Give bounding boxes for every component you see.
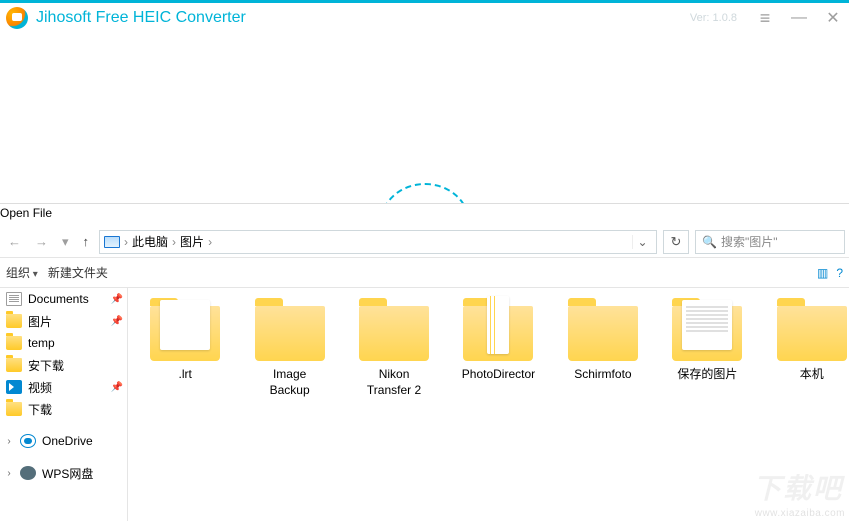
folder-label: Nikon Transfer 2 bbox=[357, 367, 431, 398]
folder-label: 本机 bbox=[775, 367, 849, 383]
app-title: Jihosoft Free HEIC Converter bbox=[36, 9, 246, 27]
sidebar-item-temp[interactable]: temp bbox=[0, 332, 127, 354]
view-mode-icon[interactable]: ▥ bbox=[817, 266, 828, 280]
pin-icon: 📌 bbox=[111, 382, 123, 393]
address-bar[interactable]: › 此电脑 › 图片 › ⌄ bbox=[99, 230, 657, 254]
app-drop-area[interactable] bbox=[0, 33, 849, 203]
sidebar-item-label: 视频 bbox=[28, 379, 52, 396]
folder-label: 保存的图片 bbox=[670, 367, 744, 383]
document-icon bbox=[6, 292, 22, 306]
address-dropdown-icon[interactable]: ⌄ bbox=[632, 235, 652, 249]
dialog-nav-bar: ← → ▾ ↑ › 此电脑 › 图片 › ⌄ ↻ 🔍 搜索"图片" bbox=[0, 226, 849, 258]
folder-icon bbox=[672, 306, 742, 361]
folder-icon bbox=[6, 358, 22, 372]
sidebar-group-label: WPS网盘 bbox=[42, 465, 93, 482]
folder-item[interactable]: PhotoDirector bbox=[461, 298, 535, 398]
sidebar-item-downloads[interactable]: 下载 bbox=[0, 398, 127, 420]
app-titlebar: Jihosoft Free HEIC Converter Ver: 1.0.8 … bbox=[0, 3, 849, 33]
folder-icon bbox=[6, 314, 22, 328]
sidebar-group-onedrive[interactable]: › OneDrive bbox=[0, 430, 127, 452]
dialog-toolbar: 组织 新建文件夹 ▥ ? bbox=[0, 258, 849, 288]
nav-recent-icon[interactable]: ▾ bbox=[58, 234, 73, 250]
folder-label: .lrt bbox=[148, 367, 222, 383]
pin-icon: 📌 bbox=[111, 294, 123, 305]
help-icon[interactable]: ? bbox=[836, 266, 843, 280]
expand-icon[interactable]: › bbox=[4, 468, 14, 479]
nav-forward-icon[interactable]: → bbox=[31, 234, 52, 249]
folder-icon bbox=[255, 306, 325, 361]
breadcrumb-root[interactable]: 此电脑 bbox=[132, 233, 168, 250]
folder-item[interactable]: 本机 bbox=[775, 298, 849, 398]
app-version: Ver: 1.0.8 bbox=[690, 12, 737, 24]
folder-label: Schirmfoto bbox=[566, 367, 640, 383]
sidebar-group-wps[interactable]: › WPS网盘 bbox=[0, 462, 127, 484]
video-icon bbox=[6, 380, 22, 394]
crumb-sep-icon: › bbox=[172, 235, 176, 249]
folder-icon bbox=[359, 306, 429, 361]
refresh-button[interactable]: ↻ bbox=[663, 230, 689, 254]
refresh-icon: ↻ bbox=[671, 234, 682, 250]
pin-icon: 📌 bbox=[111, 316, 123, 327]
new-folder-button[interactable]: 新建文件夹 bbox=[48, 264, 108, 281]
organize-button[interactable]: 组织 bbox=[6, 264, 38, 281]
sidebar-item-label: Documents bbox=[28, 292, 89, 306]
sidebar-item-videos[interactable]: 视频 📌 bbox=[0, 376, 127, 398]
cloud-icon bbox=[20, 434, 36, 448]
folder-icon bbox=[568, 306, 638, 361]
expand-icon[interactable]: › bbox=[4, 436, 14, 447]
sidebar: Documents 📌 图片 📌 temp 安下载 视频 📌 bbox=[0, 288, 128, 521]
folder-item[interactable]: .lrt bbox=[148, 298, 222, 398]
hamburger-menu-icon[interactable]: ≡ bbox=[755, 8, 775, 29]
breadcrumb-sub[interactable]: 图片 bbox=[180, 233, 204, 250]
search-placeholder: 搜索"图片" bbox=[721, 233, 778, 250]
folder-icon bbox=[6, 336, 22, 350]
sidebar-item-label: 下载 bbox=[28, 401, 52, 418]
sidebar-item-label: 安下载 bbox=[28, 357, 64, 374]
folder-item[interactable]: 保存的图片 bbox=[670, 298, 744, 398]
dialog-title: Open File bbox=[0, 204, 849, 226]
disk-icon bbox=[20, 466, 36, 480]
folder-item[interactable]: Image Backup bbox=[252, 298, 326, 398]
open-file-dialog: Open File ← → ▾ ↑ › 此电脑 › 图片 › ⌄ ↻ 🔍 搜索"… bbox=[0, 203, 849, 521]
close-button[interactable]: ✕ bbox=[823, 8, 843, 28]
folder-icon bbox=[463, 306, 533, 361]
folder-item[interactable]: Nikon Transfer 2 bbox=[357, 298, 431, 398]
folder-label: PhotoDirector bbox=[461, 367, 535, 383]
search-input[interactable]: 🔍 搜索"图片" bbox=[695, 230, 845, 254]
app-logo-icon bbox=[6, 7, 28, 29]
sidebar-group-label: OneDrive bbox=[42, 434, 93, 448]
sidebar-item-documents[interactable]: Documents 📌 bbox=[0, 288, 127, 310]
this-pc-icon bbox=[104, 236, 120, 248]
sidebar-item-label: 图片 bbox=[28, 313, 52, 330]
folder-icon bbox=[6, 402, 22, 416]
folder-icon bbox=[777, 306, 847, 361]
sidebar-item-label: temp bbox=[28, 336, 55, 350]
folder-icon bbox=[150, 306, 220, 361]
folder-label: Image Backup bbox=[252, 367, 326, 398]
sidebar-item-pictures[interactable]: 图片 📌 bbox=[0, 310, 127, 332]
sidebar-item-anxiazai[interactable]: 安下载 bbox=[0, 354, 127, 376]
crumb-sep-icon: › bbox=[124, 235, 128, 249]
folder-item[interactable]: Schirmfoto bbox=[566, 298, 640, 398]
search-icon: 🔍 bbox=[702, 235, 717, 249]
crumb-sep-icon: › bbox=[208, 235, 212, 249]
file-grid[interactable]: .lrt Image Backup Nikon Transfer 2 PhotoDir… bbox=[128, 288, 849, 521]
nav-up-icon[interactable]: ↑ bbox=[79, 234, 94, 249]
nav-back-icon[interactable]: ← bbox=[4, 234, 25, 249]
minimize-button[interactable]: — bbox=[789, 9, 809, 27]
